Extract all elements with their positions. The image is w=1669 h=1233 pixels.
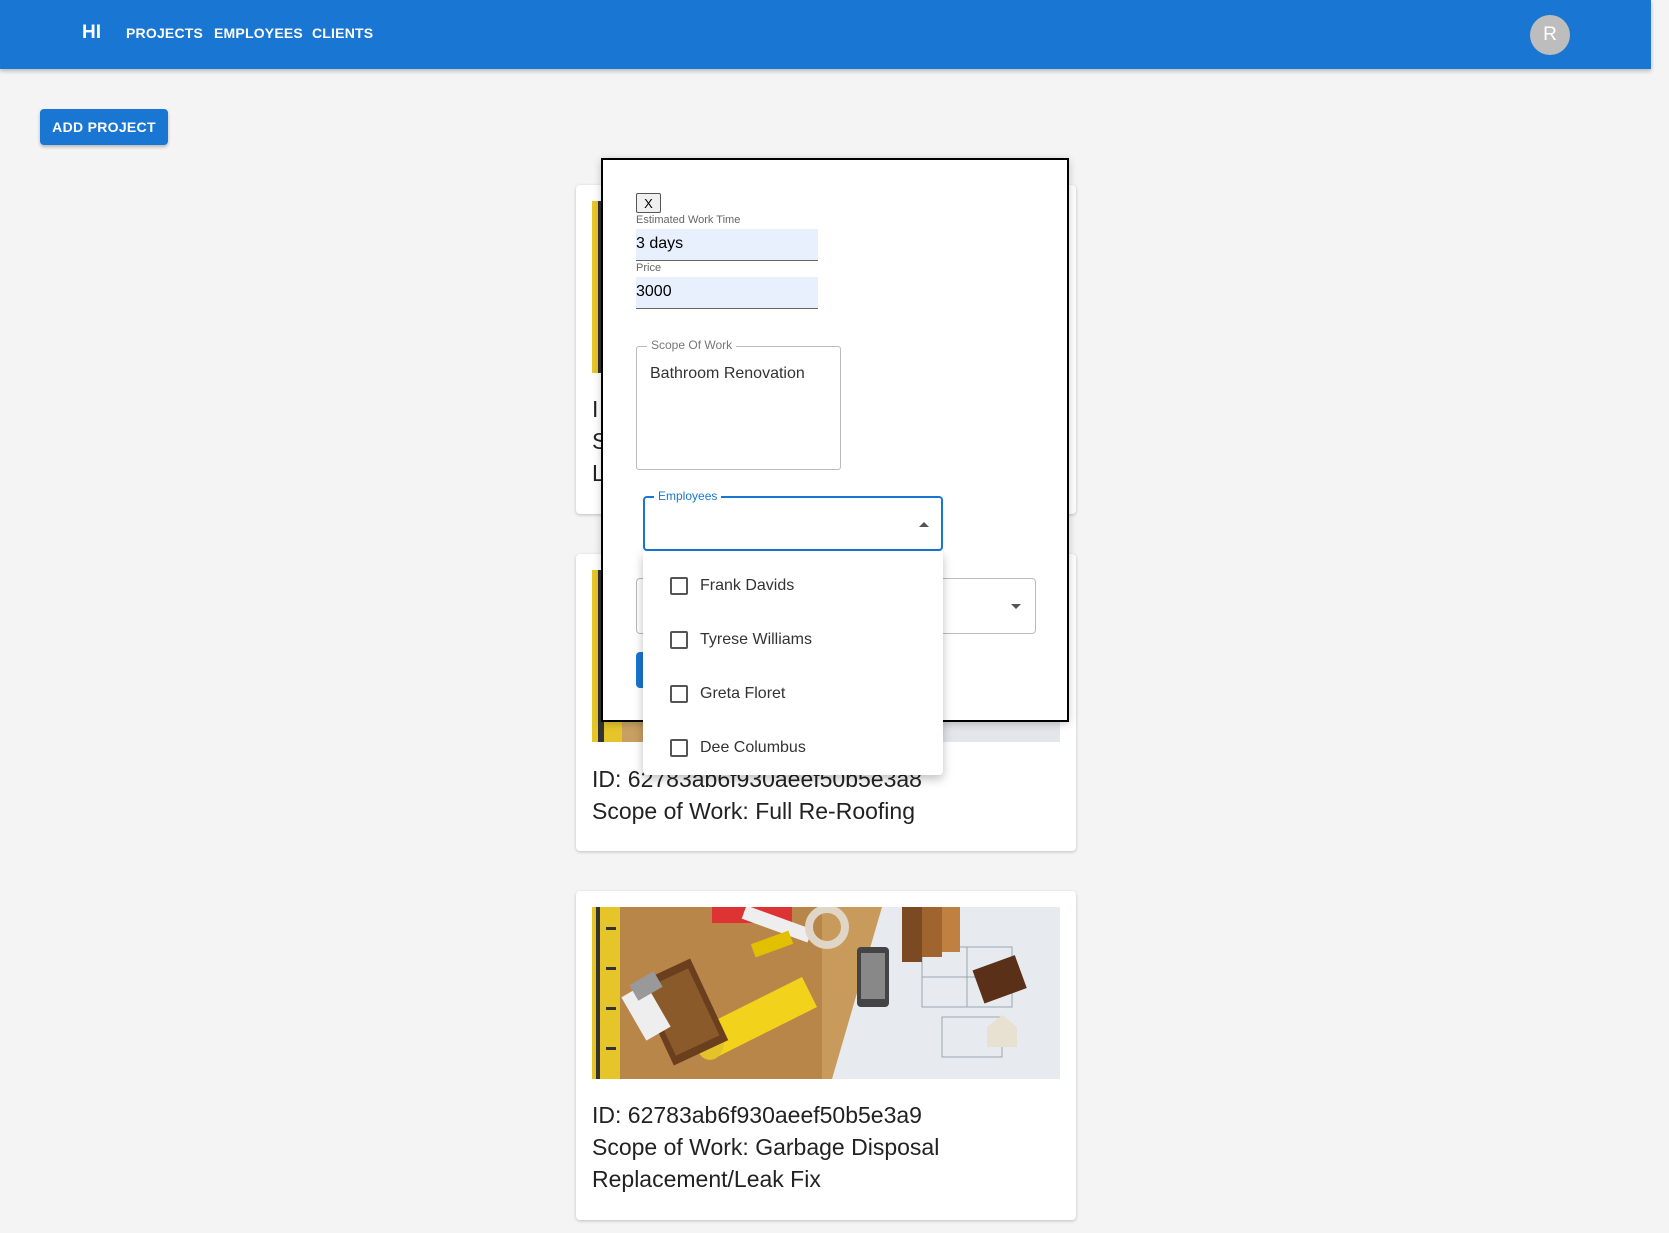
card-letter: I bbox=[592, 396, 599, 422]
price-label: Price bbox=[636, 262, 662, 274]
project-image bbox=[592, 907, 1060, 1079]
employee-option-label: Dee Columbus bbox=[700, 739, 806, 756]
employee-option[interactable]: Dee Columbus bbox=[643, 721, 943, 775]
add-project-button[interactable]: ADD PROJECT bbox=[40, 109, 168, 145]
nav-employees[interactable]: EMPLOYEES bbox=[214, 25, 303, 41]
brand-logo[interactable]: HI bbox=[82, 22, 101, 44]
scope-of-work-field[interactable]: Scope Of Work Bathroom Renovation bbox=[636, 338, 841, 470]
employees-label: Employees bbox=[654, 489, 722, 503]
card-scope: Scope of Work: Full Re-Roofing bbox=[592, 798, 915, 824]
card-scope: Scope of Work: Garbage Disposal Replacem… bbox=[592, 1134, 940, 1192]
employee-option-label: Frank Davids bbox=[700, 577, 795, 594]
checkbox-icon[interactable] bbox=[670, 631, 688, 649]
employee-option-label: Greta Floret bbox=[700, 685, 786, 702]
close-button[interactable]: X bbox=[636, 193, 661, 213]
checkbox-icon[interactable] bbox=[670, 685, 688, 703]
card-id: ID: 62783ab6f930aeef50b5e3a9 bbox=[592, 1102, 922, 1128]
work-time-input[interactable]: 3 days bbox=[636, 229, 818, 261]
employees-menu: Frank Davids Tyrese Williams Greta Flore… bbox=[643, 551, 943, 775]
scope-of-work-label: Scope Of Work bbox=[647, 338, 737, 352]
checkbox-icon[interactable] bbox=[670, 739, 688, 757]
chevron-up-icon bbox=[919, 522, 929, 527]
employee-option[interactable]: Frank Davids bbox=[643, 559, 943, 613]
nav-clients[interactable]: CLIENTS bbox=[312, 25, 373, 41]
checkbox-icon[interactable] bbox=[670, 577, 688, 595]
nav-projects[interactable]: PROJECTS bbox=[126, 25, 203, 41]
user-avatar[interactable]: R bbox=[1530, 15, 1570, 55]
employees-select[interactable]: Employees bbox=[643, 489, 943, 551]
employee-option[interactable]: Tyrese Williams bbox=[643, 613, 943, 667]
app-bar: HI PROJECTS EMPLOYEES CLIENTS R bbox=[0, 0, 1651, 69]
price-input[interactable]: 3000 bbox=[636, 277, 818, 309]
employee-option[interactable]: Greta Floret bbox=[643, 667, 943, 721]
employee-option-label: Tyrese Williams bbox=[700, 631, 813, 648]
work-time-label: Estimated Work Time bbox=[636, 214, 741, 226]
project-card[interactable]: ID: 62783ab6f930aeef50b5e3a9 Scope of Wo… bbox=[576, 891, 1076, 1220]
scope-of-work-value: Bathroom Renovation bbox=[650, 365, 805, 382]
chevron-down-icon bbox=[1011, 604, 1021, 609]
